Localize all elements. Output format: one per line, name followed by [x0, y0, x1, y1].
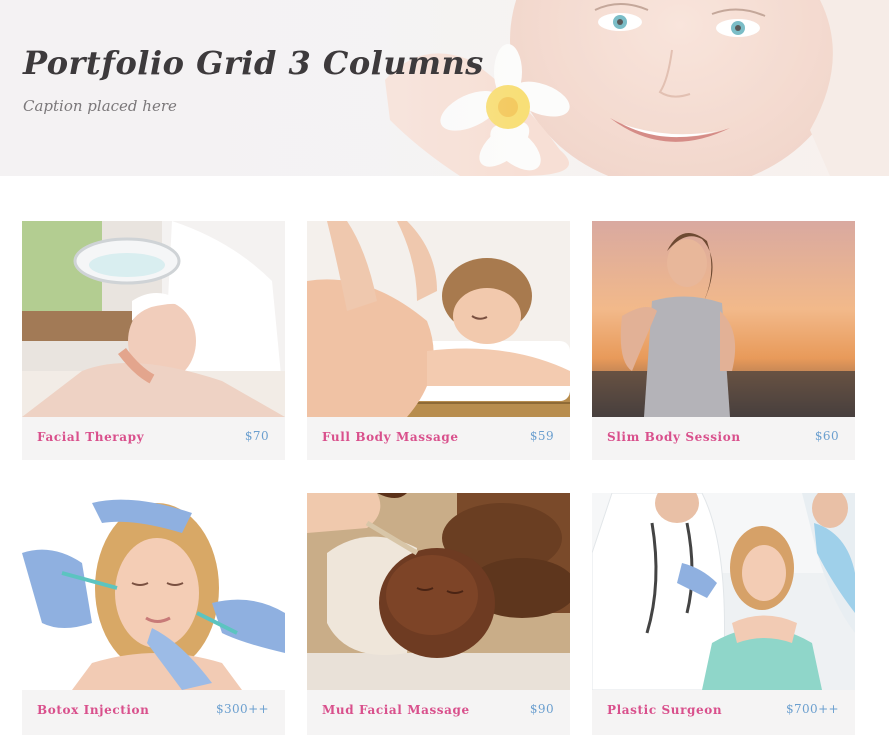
- item-price: $700++: [785, 702, 839, 716]
- portfolio-card[interactable]: Slim Body Session $60: [592, 221, 855, 460]
- item-name[interactable]: Facial Therapy: [37, 430, 144, 444]
- item-price: $70: [244, 429, 269, 443]
- portfolio-card[interactable]: Plastic Surgeon $700++: [592, 493, 855, 735]
- card-footer: Plastic Surgeon $700++: [592, 690, 855, 733]
- portfolio-card[interactable]: Mud Facial Massage $90: [307, 493, 570, 735]
- item-name[interactable]: Botox Injection: [37, 703, 149, 717]
- botox-injection-photo[interactable]: [22, 493, 285, 690]
- facial-therapy-photo[interactable]: [22, 221, 285, 417]
- item-name[interactable]: Slim Body Session: [607, 430, 741, 444]
- portfolio-grid: Facial Therapy $70 Full Body Massage $59: [0, 0, 889, 735]
- portfolio-card[interactable]: Facial Therapy $70: [22, 221, 285, 460]
- item-name[interactable]: Mud Facial Massage: [322, 703, 470, 717]
- card-footer: Slim Body Session $60: [592, 417, 855, 460]
- slim-body-photo[interactable]: [592, 221, 855, 417]
- card-footer: Full Body Massage $59: [307, 417, 570, 460]
- card-footer: Facial Therapy $70: [22, 417, 285, 460]
- card-footer: Mud Facial Massage $90: [307, 690, 570, 733]
- plastic-surgeon-photo[interactable]: [592, 493, 855, 690]
- item-price: $60: [814, 429, 839, 443]
- portfolio-card[interactable]: Full Body Massage $59: [307, 221, 570, 460]
- item-name[interactable]: Plastic Surgeon: [607, 703, 722, 717]
- portfolio-card[interactable]: Botox Injection $300++: [22, 493, 285, 735]
- item-price: $59: [529, 429, 554, 443]
- item-price: $300++: [215, 702, 269, 716]
- item-price: $90: [529, 702, 554, 716]
- card-footer: Botox Injection $300++: [22, 690, 285, 733]
- body-massage-photo[interactable]: [307, 221, 570, 417]
- item-name[interactable]: Full Body Massage: [322, 430, 459, 444]
- mud-facial-photo[interactable]: [307, 493, 570, 690]
